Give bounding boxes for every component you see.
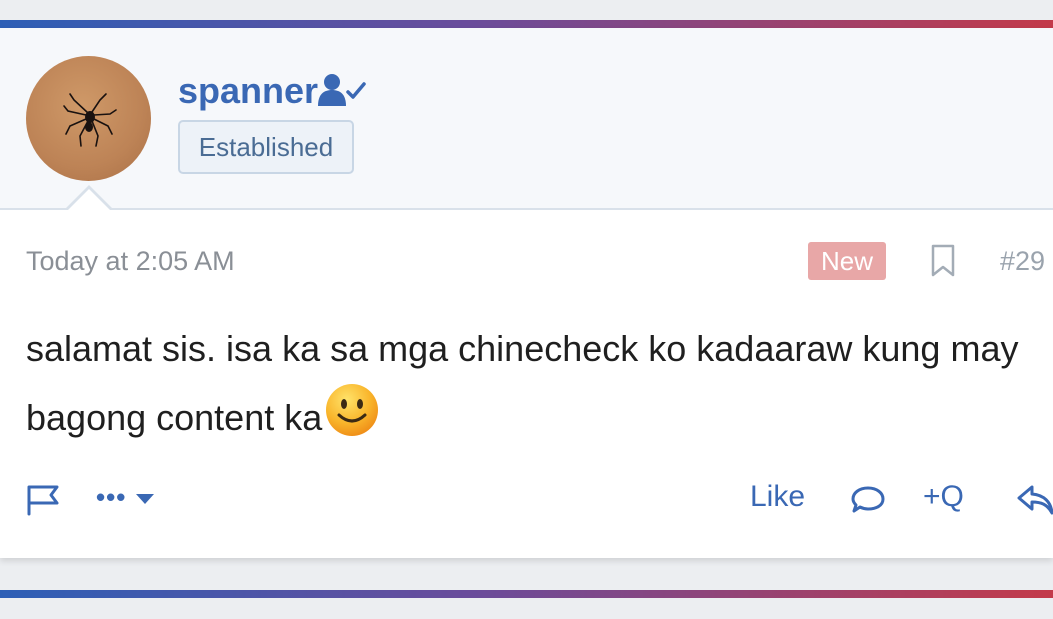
post-message-text: salamat sis. isa ka sa mga chinecheck ko… <box>26 328 1019 438</box>
flag-icon[interactable] <box>26 484 62 521</box>
more-options-label: ••• <box>96 482 127 512</box>
user-check-icon <box>318 72 366 113</box>
bookmark-icon[interactable] <box>930 244 956 283</box>
spider-avatar-image <box>63 93 117 147</box>
like-button[interactable]: Like <box>750 480 805 514</box>
post-timestamp[interactable]: Today at 2:05 AM <box>26 246 235 277</box>
user-header: spanner Established <box>0 28 1053 210</box>
post-card: spanner Established Today at 2:05 AM New… <box>0 28 1053 558</box>
avatar-pointer-inner <box>66 189 112 212</box>
top-accent-bar <box>0 20 1053 28</box>
smiley-face-icon <box>324 382 380 459</box>
speech-bubble-icon[interactable] <box>850 485 886 520</box>
bottom-accent-bar <box>0 590 1053 598</box>
caret-down-icon <box>135 482 155 512</box>
new-badge: New <box>808 242 886 280</box>
multiquote-button[interactable]: +Q <box>923 480 964 514</box>
username-link[interactable]: spanner <box>178 70 318 112</box>
post-message: salamat sis. isa ka sa mga chinecheck ko… <box>26 316 1036 459</box>
reply-arrow-icon[interactable] <box>1016 484 1053 521</box>
more-options-button[interactable]: ••• <box>96 482 155 513</box>
avatar[interactable] <box>26 56 151 181</box>
post-number-link[interactable]: #29 <box>1000 246 1045 277</box>
user-title-badge: Established <box>178 120 354 174</box>
